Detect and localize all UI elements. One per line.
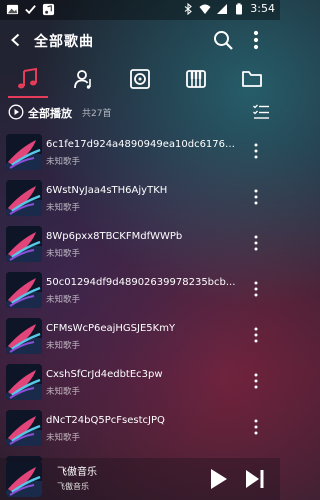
song-title: 8Wp6pxx8TBCKFMdfWWPb [46,231,183,242]
song-title: CFMsWcP6eajHGSJE5KmY [46,323,176,334]
song-title: dNcT24bQ5PcFsestcJPQ [46,415,165,426]
song-artist: 未知歌手 [46,433,81,443]
chevron-left-icon [11,33,20,47]
skip-next-icon[interactable] [243,467,267,491]
song-list: 6c1fe17d924a4890949ea10dc6176b... 未知歌手 6… [0,131,280,461]
music-notification-icon [42,3,55,16]
song-list-item[interactable]: 8Wp6pxx8TBCKFMdfWWPb 未知歌手 [0,223,280,269]
more-vertical-icon[interactable] [250,279,262,299]
more-vertical-icon[interactable] [250,325,262,345]
song-list-item[interactable]: 6c1fe17d924a4890949ea10dc6176b... 未知歌手 [0,131,280,177]
song-title: 6WstNyJaa4sTH6AjyTKH [46,185,168,196]
song-list-item[interactable]: CxshSfCrJd4edbtEc3pw 未知歌手 [0,361,280,407]
song-count: 共27首 [82,109,112,119]
more-vertical-icon[interactable] [250,233,262,253]
more-vertical-icon[interactable] [250,187,262,207]
wifi-icon [199,4,211,14]
song-artist: 未知歌手 [46,387,81,397]
song-artist: 未知歌手 [46,295,81,305]
status-bar: 3:54 [0,0,280,20]
tab-folders[interactable] [237,64,267,94]
bluetooth-icon [184,2,193,15]
multi-select-list-icon[interactable] [252,103,270,121]
back-button[interactable] [4,28,28,52]
status-time: 3:54 [250,2,275,15]
music-note-icon [18,67,37,89]
album-cover-thumbnail [6,410,42,446]
piano-keys-icon [186,70,206,88]
album-cover-thumbnail [6,272,42,308]
play-circle-icon [8,104,24,120]
song-title: 50c01294df9d48902639978235bcb... [46,277,236,288]
check-icon [25,5,36,15]
song-artist: 未知歌手 [46,203,81,213]
song-list-item[interactable]: CFMsWcP6eajHGSJE5KmY 未知歌手 [0,315,280,361]
album-cover-thumbnail [6,226,42,262]
mini-player[interactable]: 飞傲音乐 飞傲音乐 [0,458,280,500]
play-icon[interactable] [205,466,231,492]
tab-songs[interactable] [13,64,43,94]
more-vertical-icon[interactable] [250,417,262,437]
search-icon[interactable] [211,28,235,52]
tab-artists[interactable] [69,64,99,94]
album-cover-thumbnail [6,180,42,216]
song-title: CxshSfCrJd4edbtEc3pw [46,369,163,380]
song-list-item[interactable]: 6WstNyJaa4sTH6AjyTKH 未知歌手 [0,177,280,223]
play-all-label: 全部播放 [28,107,72,120]
folder-icon [242,71,262,87]
page-title: 全部歌曲 [34,34,94,50]
album-cover-thumbnail [6,134,42,170]
album-cover-thumbnail [6,364,42,400]
player-song-title: 飞傲音乐 [57,467,97,478]
more-vertical-icon[interactable] [250,371,262,391]
play-all-row[interactable]: 全部播放 共27首 [0,98,280,126]
artist-icon [74,70,91,89]
battery-icon [236,2,243,14]
player-album-cover [6,461,42,497]
album-disc-icon [130,69,150,89]
more-vertical-icon[interactable] [246,28,266,52]
more-vertical-icon[interactable] [250,141,262,161]
tab-albums[interactable] [125,64,155,94]
song-artist: 未知歌手 [46,157,81,167]
category-tabs [0,60,280,98]
signal-icon [217,3,228,14]
player-artist: 飞傲音乐 [57,482,89,491]
tab-genres[interactable] [181,64,211,94]
song-artist: 未知歌手 [46,249,81,259]
image-icon [6,4,19,15]
song-list-item[interactable]: dNcT24bQ5PcFsestcJPQ 未知歌手 [0,407,280,453]
song-title: 6c1fe17d924a4890949ea10dc6176b... [46,139,238,150]
app-bar: 全部歌曲 [0,20,280,60]
album-cover-thumbnail [6,318,42,354]
song-list-item[interactable]: 50c01294df9d48902639978235bcb... 未知歌手 [0,269,280,315]
song-artist: 未知歌手 [46,341,81,351]
